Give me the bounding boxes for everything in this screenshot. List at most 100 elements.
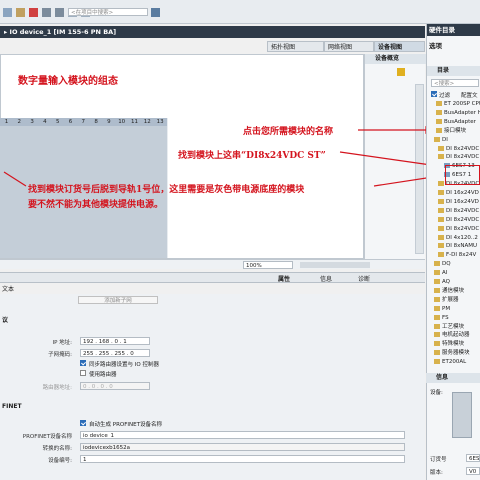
catalog-folder[interactable]: 服务器模块 [434,349,470,358]
catalog-folder[interactable]: 工艺模块 [434,323,464,332]
catalog-folder[interactable]: BusAdapter H [436,109,480,118]
folder-icon [438,145,444,151]
catalog-folder[interactable]: DQ [434,260,451,269]
catalog-folder[interactable]: DI 16x24VD [438,189,479,198]
folder-icon [434,359,440,365]
catalog-folder[interactable]: 特殊模块 [434,340,464,349]
catalog-search-input[interactable]: <搜索> [431,79,479,87]
catalog-item-label: F-DI 8x24V [446,252,477,259]
info-order-label: 订货号 [430,457,447,463]
sync-router-label: 同步路由器设置与 IO 控制器 [89,362,159,368]
catalog-folder[interactable]: F-DI 8x24V [438,251,476,260]
catalog-folder[interactable]: AQ [434,278,450,287]
catalog-info-label: 信息 [436,374,449,381]
catalog-section-header[interactable]: 目录 [427,66,480,76]
folder-icon [434,270,440,276]
catalog-item-label: DI [442,136,448,143]
catalog-folder[interactable]: ET200AL [434,358,466,367]
folder-icon [438,243,444,249]
catalog-info-header[interactable]: 信息 [426,373,480,383]
catalog-folder[interactable]: DI 8x24VDC [438,216,479,225]
converted-name-field: iodevicexb1652a [80,443,405,451]
arrow-to-rack [3,171,27,187]
profinet-name-label: PROFINET设备名称 [22,434,72,440]
left-tab-label: 文本 [2,286,15,293]
use-router-checkbox[interactable] [80,370,86,376]
device-number-field[interactable]: 1 [80,455,405,463]
catalog-item-label: PM [442,305,451,312]
info-label: 信息 [320,276,333,283]
catalog-folder[interactable]: FS [434,314,449,323]
folder-icon [434,350,440,356]
folder-icon [438,198,444,204]
catalog-folder[interactable]: DI 8x24VDC [438,207,479,216]
folder-icon [434,332,440,338]
catalog-folder[interactable]: 通信模块 [434,287,464,296]
catalog-item-label: DI 4x120..2 [446,234,478,241]
module-highlight [445,165,480,185]
profinet-section-header: FINET [2,403,22,410]
tab-info[interactable]: 信息 [320,274,332,283]
info-version-field: V0 [466,467,480,475]
catalog-item-label: 接口模块 [444,127,467,134]
info-version-label: 版本: [430,470,443,476]
folder-icon [434,279,440,284]
auto-name-label: 自动生成 PROFINET设备名称 [89,422,162,428]
inspector-header: 属性 信息 诊断 [0,272,425,283]
catalog-item-label: ET200AL [442,359,467,366]
catalog-item-label: DI 8xNAMU [446,243,478,250]
profinet-name-field[interactable]: io device_1 [80,431,405,439]
filter-label: 过滤 [439,93,451,99]
folder-icon [434,323,440,329]
folder-icon [438,216,444,222]
catalog-item-label: AQ [442,279,450,285]
folder-icon [434,296,440,302]
folder-icon [434,261,440,267]
folder-icon [438,234,444,240]
catalog-folder[interactable]: DI [434,136,448,145]
ip-section-header: 议 [2,317,9,324]
filter-checkbox[interactable] [431,91,437,97]
catalog-item-label: 通信模块 [442,287,465,294]
catalog-folder[interactable]: 接口模块 [436,127,466,136]
catalog-folder[interactable]: BusAdapter [436,118,476,127]
catalog-folder[interactable]: 扩展器 [434,296,459,305]
catalog-item-label: DI 8x24VDC [446,225,480,232]
catalog-item-label: ET 200SP CPU [444,101,480,107]
left-tab[interactable]: 文本 [0,285,60,294]
catalog-folder[interactable]: AI [434,269,447,278]
subnet-mask-field[interactable]: 255 . 255 . 255 . 0 [80,349,150,357]
catalog-folder[interactable]: ET 200SP CPU [436,100,480,109]
catalog-item-label: AI [442,270,448,277]
catalog-folder[interactable]: DI 16x24VD [438,198,479,207]
device-number-label: 设备编号: [48,458,72,464]
catalog-item-label: DI 16x24VD [446,198,479,205]
catalog-folder[interactable]: DI 8x24VDC [438,225,479,234]
catalog-options: 选项 [429,40,442,50]
ip-address-field[interactable]: 192 . 168 . 0 . 1 [80,337,150,345]
auto-name-checkbox[interactable] [80,420,86,426]
folder-icon [436,109,442,115]
catalog-folder[interactable]: DI 8xNAMU [438,242,477,251]
catalog-folder[interactable]: 电机起动器 [434,331,470,340]
add-subnet-button[interactable]: 添加新子网 [78,296,158,304]
folder-icon [438,190,444,195]
converted-name-label: 转换的名称: [42,446,72,452]
catalog-folder[interactable]: DI 8x24VDC [438,145,479,154]
catalog-folder[interactable]: DI 4x120..2 [438,234,478,243]
info-device-label: 设备: [430,390,443,396]
router-address-field[interactable]: 0 . 0 . 0 . 0 [80,382,150,390]
options-label: 选项 [429,42,442,50]
catalog-folder[interactable]: DI 8x24VDC [438,153,479,162]
catalog-item-label: DI 8x24VDC [446,145,480,152]
tab-diagnostics[interactable]: 诊断 [358,274,370,283]
folder-icon [434,341,440,347]
folder-icon [436,118,442,124]
info-device-image [452,392,472,438]
tab-properties[interactable]: 属性 [278,274,290,283]
folder-icon [434,136,440,142]
sync-router-checkbox[interactable] [80,360,86,366]
catalog-folder[interactable]: PM [434,305,450,314]
catalog-item-label: 电机起动器 [442,332,470,339]
diagnostics-label: 诊断 [358,276,371,283]
